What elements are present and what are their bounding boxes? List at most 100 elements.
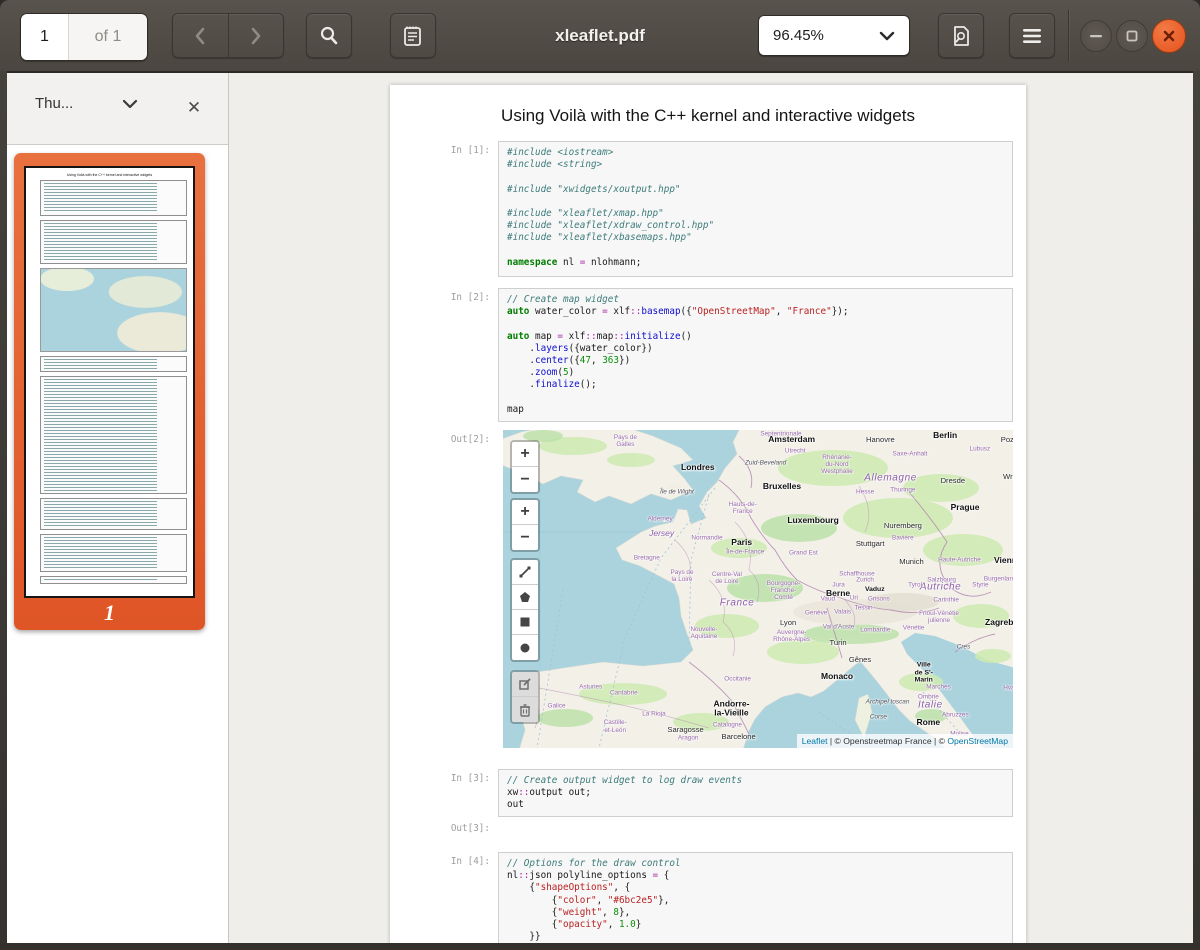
- map-label: Aragon: [678, 735, 699, 742]
- zoom-in-button[interactable]: +: [512, 500, 538, 525]
- annotations-button[interactable]: [390, 13, 436, 58]
- zoom-level-dropdown[interactable]: 96.45%: [758, 15, 910, 56]
- map-label: Luxembourg: [787, 516, 838, 526]
- map-label: Frioul-Vénétie julienne: [919, 610, 959, 624]
- map-label: Rome: [917, 718, 941, 728]
- draw-circle-button[interactable]: [512, 635, 538, 660]
- thumbnail-title-text: Using Voilà with the C++ kernel and inte…: [28, 173, 191, 177]
- zoom-in-button[interactable]: +: [512, 442, 538, 467]
- thumbnail-code-block: [40, 534, 187, 572]
- map-label: Zagreb: [985, 618, 1013, 628]
- map-label: Haute-Autriche: [938, 556, 981, 563]
- cell-prompt: In [2]:: [390, 292, 490, 303]
- page-number-input[interactable]: 1: [21, 14, 69, 60]
- code-cell-in2: // Create map widgetauto water_color = x…: [498, 288, 1013, 422]
- map-label: Archipel toscan: [866, 699, 910, 706]
- map-label: Tessin: [855, 604, 873, 611]
- map-label: Barcelone: [722, 733, 756, 742]
- hamburger-icon: [1022, 28, 1042, 44]
- code-line: .finalize();: [507, 379, 1004, 391]
- code-line: #include "xleaflet/xdraw_control.hpp": [507, 220, 1004, 232]
- zoom-out-button[interactable]: −: [512, 525, 538, 550]
- window-border: [0, 943, 1200, 950]
- code-line: [507, 245, 1004, 257]
- cell-prompt: In [3]:: [390, 773, 490, 784]
- map-label: Monaco: [821, 672, 853, 682]
- cell-prompt: Out[2]:: [390, 434, 490, 445]
- map-label: Londres: [681, 463, 715, 473]
- toolbar: 1 of 1 xleaflet.pdf 96.45%: [0, 0, 1200, 73]
- zoom-level-value: 96.45%: [759, 27, 879, 44]
- map-label: Île-de-France: [726, 548, 764, 555]
- document-view-area[interactable]: Using Voilà with the C++ kernel and inte…: [228, 73, 1193, 943]
- map-label: Castille- et-León: [604, 719, 627, 733]
- leaflet-map-output[interactable]: Pays de GallesLondresÎle de WightSeptent…: [503, 430, 1013, 748]
- map-label: Pays de Galles: [614, 434, 637, 448]
- search-button[interactable]: [306, 13, 352, 58]
- map-label: Saxe-Anhalt: [893, 450, 928, 457]
- menu-button[interactable]: [1009, 13, 1055, 58]
- code-line: namespace nl = nlohmann;: [507, 257, 1004, 269]
- map-label: Dresde: [941, 477, 965, 486]
- map-label: Auvergne- Rhône-Alpes: [773, 629, 810, 643]
- map-label: Zurich: [856, 577, 874, 584]
- map-label: Tyrol: [908, 581, 922, 588]
- document-magnifier-icon: [950, 24, 972, 48]
- window-title: xleaflet.pdf: [440, 0, 760, 71]
- code-line: nl::json polyline_options = {: [507, 870, 1004, 882]
- map-label: Bruxelles: [763, 482, 801, 492]
- draw-rectangle-button[interactable]: [512, 610, 538, 635]
- map-label: Cres: [957, 643, 971, 650]
- map-label: Nouvelle- Aquitaine: [690, 626, 717, 640]
- minimize-icon: [1089, 34, 1103, 38]
- sidebar-pane-selector[interactable]: Thu...: [35, 95, 73, 112]
- close-button[interactable]: [1152, 19, 1186, 53]
- note-icon: [402, 24, 424, 48]
- map-label: France: [720, 597, 755, 608]
- thumbnail-code-block: [40, 356, 187, 372]
- page-thumbnail-selected[interactable]: Using Voilà with the C++ kernel and inte…: [14, 153, 205, 630]
- code-line: .zoom(5): [507, 367, 1004, 379]
- previous-page-button[interactable]: [173, 14, 229, 57]
- code-line: [507, 196, 1004, 208]
- document-properties-button[interactable]: [938, 13, 984, 58]
- minimize-button[interactable]: [1080, 20, 1112, 52]
- code-line: auto map = xlf::map::initialize(): [507, 331, 1004, 343]
- map-label: Rhénanie- du-Nord Westphalie: [821, 454, 853, 476]
- map-label: Lyon: [780, 618, 796, 627]
- map-label: Centre-Val de Loire: [712, 571, 742, 585]
- thumbnail-map-image: [40, 268, 187, 352]
- edit-toolbar: [510, 670, 540, 724]
- map-label: Jura: [832, 581, 844, 588]
- map-label: Jersey: [649, 529, 674, 539]
- code-line: [507, 392, 1004, 404]
- zoom-out-button[interactable]: −: [512, 467, 538, 492]
- next-page-button[interactable]: [229, 14, 284, 57]
- chevron-down-icon[interactable]: [122, 99, 138, 109]
- draw-polyline-button[interactable]: [512, 560, 538, 585]
- maximize-button[interactable]: [1116, 20, 1148, 52]
- page-number-widget[interactable]: 1 of 1: [20, 13, 148, 61]
- maximize-icon: [1126, 30, 1138, 42]
- close-icon: [1162, 29, 1176, 43]
- notebook-title: Using Voilà with the C++ kernel and inte…: [390, 106, 1026, 126]
- code-line: #include "xwidgets/xoutput.hpp": [507, 184, 1004, 196]
- openstreetmap-link[interactable]: OpenStreetMap: [947, 736, 1008, 746]
- code-line: auto water_color = xlf::basemap({"OpenSt…: [507, 306, 1004, 318]
- map-label: Bretagne: [634, 555, 660, 562]
- code-line: {"color", "#6bc2e5"},: [507, 895, 1004, 907]
- map-label: Pozn: [1001, 436, 1013, 445]
- map-label: Wro: [1003, 472, 1013, 481]
- code-line: map: [507, 404, 1004, 416]
- map-label: Gênes: [849, 656, 871, 665]
- thumbnail-code-block: [40, 180, 187, 216]
- sidebar-close-button[interactable]: ✕: [183, 97, 205, 119]
- code-line: // Options for the draw control: [507, 858, 1004, 870]
- map-label: Nuremberg: [884, 521, 922, 530]
- delete-layers-button[interactable]: [512, 697, 538, 722]
- edit-layers-button[interactable]: [512, 672, 538, 697]
- leaflet-link[interactable]: Leaflet: [802, 736, 828, 746]
- thumbnail-page-number: 1: [14, 600, 205, 626]
- draw-polygon-button[interactable]: [512, 585, 538, 610]
- map-label: Hva: [1003, 684, 1013, 691]
